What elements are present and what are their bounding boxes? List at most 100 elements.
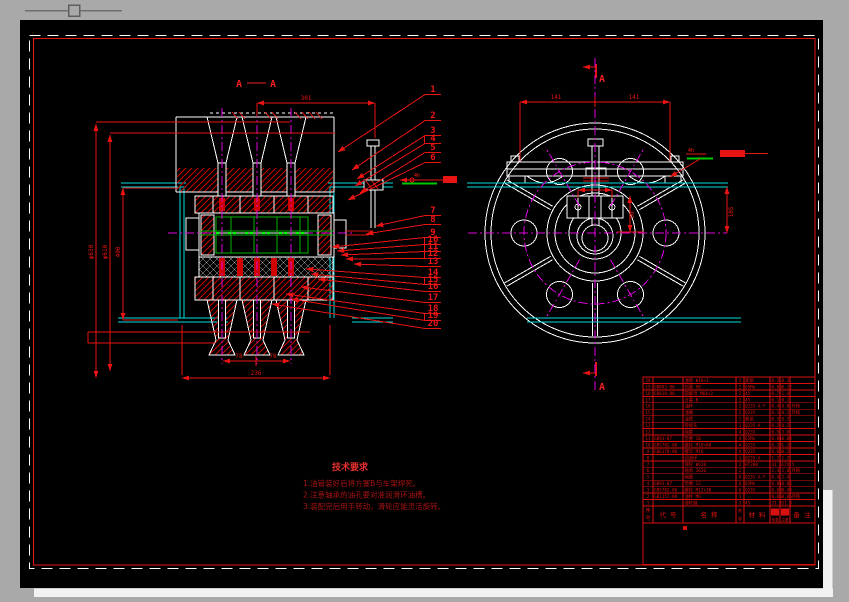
bom-cell: 1 — [739, 494, 742, 500]
callout-number: 6 — [430, 153, 435, 163]
shaft — [185, 212, 347, 258]
bom-cell: 0.3 — [782, 417, 790, 423]
bom-cell: 3 — [647, 488, 650, 494]
bom-cell: 1 — [647, 500, 650, 506]
bom-cell: 0.12 — [782, 384, 793, 390]
bom-cell: 20 — [645, 378, 651, 384]
bom-cell: 13 — [645, 423, 651, 429]
bom-cell: GB6170-86 — [654, 449, 678, 455]
bom-cell: 隔套 — [685, 429, 694, 436]
bom-cell: 滑轮 Φ610 — [685, 461, 707, 468]
bom-cell: GB893-86 — [654, 384, 675, 390]
bom-cell: 外购 — [792, 403, 801, 410]
bom-cell: 3 — [739, 462, 742, 468]
bom-cell: 0.3 — [772, 378, 780, 384]
bom-header-material: 材 料 — [749, 510, 766, 519]
bom-cell: Q235-A·F — [745, 404, 766, 410]
bom-cell: 挡圈 90 — [685, 383, 702, 390]
bom-header-qty: 量 — [738, 516, 742, 521]
dimension-label-rv_top_right: 141 — [629, 94, 640, 101]
bom-cell: 2.4 — [782, 475, 790, 481]
bom-cell: 2 — [739, 384, 742, 390]
bom-cell: GB1152-89 — [654, 494, 678, 500]
bom-cell: 18 — [645, 391, 651, 397]
bom-cell: 油管 Φ10×1 — [685, 377, 710, 384]
bom-cell: 16 — [645, 404, 651, 410]
bom-cell: 2 — [647, 494, 650, 500]
bom-cell: 油管 — [685, 416, 694, 423]
bom-cell: 2.8 — [782, 468, 790, 474]
bom-cell: Q235-A — [745, 423, 761, 429]
bom-cell: 0.2 — [782, 423, 790, 429]
bom-cell: 3.6 — [782, 430, 790, 436]
callout-leader — [345, 256, 426, 262]
bom-cell: 9 — [647, 449, 650, 455]
callout-number: 16 — [428, 282, 439, 292]
weld-label-left: 4h — [414, 173, 420, 179]
callout-number: 5 — [430, 143, 435, 153]
bom-cell: HT200 — [745, 462, 758, 468]
bom-cell: Q235 — [745, 449, 756, 455]
bom-cell: 8 — [647, 455, 650, 461]
bom-cell: 滑轮轴 — [685, 499, 698, 506]
bom-cell: 1 — [739, 500, 742, 506]
title-block-mark — [683, 526, 687, 530]
callout-number: 8 — [430, 215, 435, 225]
tech-requirement-item: 3.装配完后用手转动，滑轮应能灵活旋转。 — [303, 501, 445, 511]
bom-cell: 油杯 M6 — [685, 493, 702, 500]
bom-cell: 12 — [645, 430, 651, 436]
slider-handle[interactable] — [67, 4, 81, 17]
canvas-edge-highlight-right — [823, 490, 833, 589]
bom-cell: 6 — [739, 481, 742, 487]
bom-cell: Q235 — [745, 410, 756, 416]
bom-cell: GB93-87 — [654, 481, 673, 487]
bom-cell: 油杯 — [685, 403, 694, 410]
bom-header-qty: 数 — [738, 508, 742, 513]
bom-header-weight-unit: 单重 — [771, 518, 779, 523]
section-marker-top-label: A — [599, 74, 605, 85]
bom-cell: Q235-A·F — [745, 475, 766, 481]
tech-requirement-item: 1.油管装好后将方塞B与车架焊死。 — [303, 478, 420, 488]
hub-band-upper — [194, 195, 334, 214]
bom-header-code: 代 号 — [660, 510, 677, 519]
bom-cell: 圆螺母 M64×2 — [685, 390, 714, 397]
bom-cell: 45 — [745, 500, 751, 506]
bom-cell: 垫圈 12 — [685, 480, 702, 487]
bom-cell: 45 — [745, 397, 751, 403]
bom-cell: 31.8 — [782, 500, 793, 506]
bom-cell: 0.7 — [772, 391, 780, 397]
dimension-label-left_mid: φ610 — [102, 244, 109, 259]
callout-number: 2 — [430, 111, 435, 121]
bom-cell: 1.2 — [782, 455, 790, 461]
bom-cell: 0.8 — [782, 404, 790, 410]
bom-header-seq: 序 — [645, 507, 650, 514]
bom-cell: 1 — [739, 378, 742, 384]
bom-cell: 4 — [739, 430, 742, 436]
callout-number: 20 — [428, 319, 439, 329]
bom-cell: 65Mn — [745, 481, 756, 487]
bom-cell: 螺母 M16 — [685, 448, 704, 455]
bom-cell: 1 — [739, 417, 742, 423]
bom-cell: 0.3 — [782, 378, 790, 384]
dimension-label-rv_top_left: 141 — [551, 94, 562, 101]
bom-cell: 65Mn — [745, 384, 756, 390]
bom-cell: 0.1 — [772, 397, 780, 403]
bom-cell: 0.2 — [782, 410, 790, 416]
bom-cell: Q235 — [745, 488, 756, 494]
bom-cell: 45 — [745, 391, 751, 397]
bom-cell: 4 — [739, 436, 742, 442]
bom-cell: 0.48 — [782, 488, 793, 494]
callout-number: 1 — [430, 85, 435, 95]
dimension-label-bottom_right: 78 — [269, 353, 277, 360]
bom-header-remarks: 备 注 — [794, 510, 811, 519]
bom-cell: 0.2 — [782, 449, 790, 455]
bom-cell: 4 — [647, 481, 650, 487]
bom-cell: 紫铜 — [745, 416, 754, 423]
canvas-edge-highlight-bottom — [34, 588, 833, 597]
bom-cell: 65Mn — [745, 436, 756, 442]
bom-header-seq: 号 — [645, 516, 650, 522]
bom-cell: 0.4 — [772, 404, 780, 410]
bom-cell: 4 — [739, 442, 742, 448]
weld-label-right: 4h — [688, 148, 694, 154]
bom-cell: 10 — [645, 442, 651, 448]
